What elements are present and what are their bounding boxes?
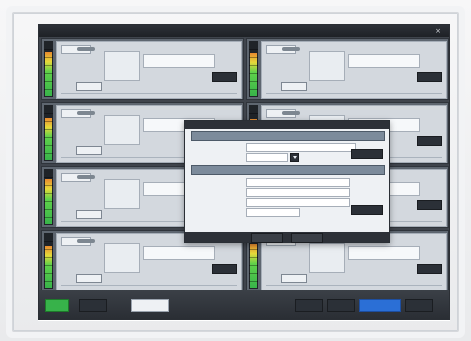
channel-status (348, 246, 420, 260)
channel-action-button[interactable] (212, 264, 237, 274)
channel-indicator (282, 111, 300, 115)
field-label (191, 197, 243, 206)
channel-status (143, 54, 215, 68)
channel-small-button[interactable] (76, 146, 102, 155)
channel-action-button[interactable] (417, 72, 442, 82)
channel-indicator (77, 175, 95, 179)
dialog-section-2 (191, 165, 385, 175)
channel-status (348, 54, 420, 68)
channel-panel (261, 41, 447, 99)
channel-preview (309, 51, 345, 81)
level-meter (44, 105, 53, 161)
channel-small-button[interactable] (76, 274, 102, 283)
chevron-down-icon[interactable] (290, 153, 299, 162)
bottom-button-5[interactable] (327, 299, 355, 312)
bottom-button-2[interactable] (79, 299, 107, 312)
channel-small-button[interactable] (281, 82, 307, 91)
channel-preview (104, 243, 140, 273)
channel-action-button[interactable] (212, 72, 237, 82)
text-input[interactable] (246, 198, 350, 207)
text-input[interactable] (246, 188, 350, 197)
text-input[interactable] (246, 178, 350, 187)
channel-action-button[interactable] (417, 136, 442, 146)
dialog-row-4 (191, 187, 383, 197)
channel-indicator (282, 47, 300, 51)
channel-indicator (77, 111, 95, 115)
channel-indicator (77, 47, 95, 51)
dropdown[interactable] (246, 153, 288, 162)
app-screen: × (38, 24, 450, 320)
divider (61, 285, 237, 286)
text-input[interactable] (246, 143, 356, 152)
channel-card-2 (246, 38, 449, 100)
channel-preview (309, 243, 345, 273)
divider (266, 93, 442, 94)
bottom-button-7[interactable] (405, 299, 433, 312)
divider (61, 93, 237, 94)
channel-indicator (77, 239, 95, 243)
bottom-toolbar (39, 290, 449, 319)
bottom-button-6[interactable] (359, 299, 401, 312)
settings-dialog (184, 120, 390, 243)
channel-status (143, 246, 215, 260)
channel-action-button[interactable] (417, 264, 442, 274)
level-meter (249, 41, 258, 97)
field-label (191, 187, 243, 196)
field-label (191, 177, 243, 186)
close-icon[interactable]: × (433, 26, 443, 36)
dialog-title-bar (185, 121, 389, 129)
channel-card-1 (41, 38, 244, 100)
channel-action-button[interactable] (417, 200, 442, 210)
bottom-button-3[interactable] (131, 299, 169, 312)
dialog-button-1[interactable] (351, 149, 383, 159)
channel-small-button[interactable] (76, 82, 102, 91)
dialog-row-3 (191, 177, 383, 187)
level-meter (44, 41, 53, 97)
field-label (191, 142, 243, 151)
channel-small-button[interactable] (281, 274, 307, 283)
dialog-footer (185, 232, 389, 243)
bottom-button-4[interactable] (295, 299, 323, 312)
dialog-button-2[interactable] (351, 205, 383, 215)
channel-preview (104, 179, 140, 209)
footer-button-2[interactable] (291, 233, 323, 243)
divider (266, 285, 442, 286)
bottom-button-1[interactable] (45, 299, 69, 312)
title-bar: × (39, 25, 449, 37)
text-input[interactable] (246, 208, 300, 217)
level-meter (44, 233, 53, 289)
field-label (191, 207, 243, 216)
field-label (191, 152, 243, 161)
channel-small-button[interactable] (76, 210, 102, 219)
channel-preview (104, 115, 140, 145)
level-meter (44, 169, 53, 225)
dialog-section-1 (191, 131, 385, 141)
channel-panel (56, 41, 242, 99)
footer-button-1[interactable] (251, 233, 283, 243)
channel-preview (104, 51, 140, 81)
